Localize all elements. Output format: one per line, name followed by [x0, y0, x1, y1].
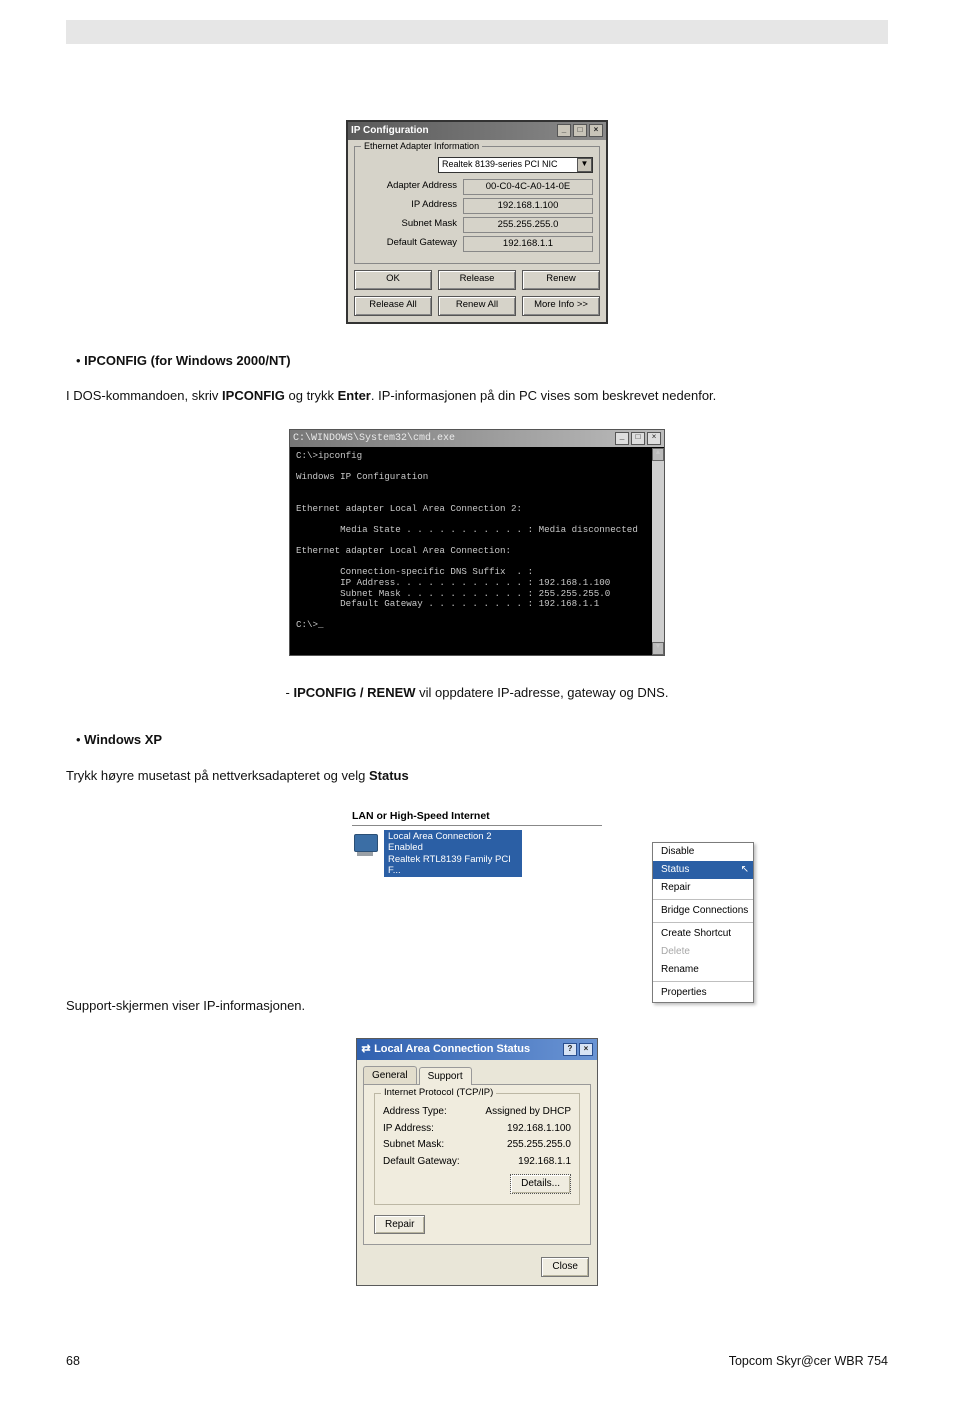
menu-status[interactable]: Status ↖	[653, 861, 753, 879]
menu-separator	[653, 899, 753, 900]
address-type-label: Address Type:	[383, 1105, 447, 1119]
menu-properties[interactable]: Properties	[653, 984, 753, 1002]
nic-value: Realtek 8139-series PCI NIC	[442, 158, 558, 170]
scroll-down-icon[interactable]: ▼	[652, 642, 664, 655]
ipconfig-heading: IPCONFIG (for Windows 2000/NT)	[84, 353, 290, 368]
subnet-mask-label: Subnet Mask	[361, 218, 463, 231]
cmd-output: C:\>ipconfig Windows IP Configuration Et…	[290, 447, 664, 655]
status-title-icon: ⇄	[361, 1042, 371, 1057]
help-icon[interactable]: ?	[563, 1043, 577, 1056]
xp-context-screenshot: LAN or High-Speed Internet Local Area Co…	[352, 809, 602, 969]
menu-separator	[653, 981, 753, 982]
support-tab-panel: Internet Protocol (TCP/IP) Address Type:…	[363, 1084, 591, 1245]
release-button[interactable]: Release	[438, 270, 516, 290]
gateway-value: 192.168.1.1	[518, 1155, 571, 1169]
subnet-value: 255.255.255.0	[507, 1138, 571, 1152]
address-type-value: Assigned by DHCP	[485, 1105, 571, 1119]
renew-button[interactable]: Renew	[522, 270, 600, 290]
ip-value: 192.168.1.100	[507, 1122, 571, 1136]
tcpip-group-legend: Internet Protocol (TCP/IP)	[381, 1087, 496, 1100]
adapter-address-label: Adapter Address	[361, 180, 463, 193]
menu-bridge[interactable]: Bridge Connections	[653, 902, 753, 920]
scrollbar[interactable]: ▲ ▼	[652, 448, 664, 655]
cmd-window: C:\WINDOWS\System32\cmd.exe _ □ × C:\>ip…	[289, 429, 665, 656]
status-window: ⇄ Local Area Connection Status ? × Gener…	[356, 1038, 598, 1286]
tab-general[interactable]: General	[363, 1066, 417, 1085]
adapter-address-value: 00-C0-4C-A0-14-0E	[463, 179, 593, 195]
winxp-heading-line: • Windows XP	[76, 731, 888, 749]
menu-delete: Delete	[653, 943, 753, 961]
ip-address-label: IP Address	[361, 199, 463, 212]
default-gateway-label: Default Gateway	[361, 237, 463, 250]
chevron-down-icon[interactable]: ▼	[577, 158, 592, 172]
close-icon[interactable]: ×	[589, 124, 603, 137]
network-adapter-icon	[352, 832, 380, 860]
ipconfig-title: IP Configuration	[351, 124, 429, 138]
ip-address-value: 192.168.1.100	[463, 198, 593, 214]
ipconfig-heading-line: • IPCONFIG (for Windows 2000/NT)	[76, 352, 888, 370]
winxp-heading: Windows XP	[84, 732, 162, 747]
minimize-icon[interactable]: _	[615, 432, 629, 445]
menu-disable[interactable]: Disable	[653, 843, 753, 861]
menu-separator	[653, 922, 753, 923]
close-icon[interactable]: ×	[579, 1043, 593, 1056]
subnet-mask-value: 255.255.255.0	[463, 217, 593, 233]
ipconfig-paragraph: I DOS-kommandoen, skriv IPCONFIG og tryk…	[66, 387, 888, 405]
page-number: 68	[66, 1354, 80, 1368]
details-button[interactable]: Details...	[510, 1174, 571, 1194]
group-legend: Ethernet Adapter Information	[361, 140, 482, 152]
renew-line: - IPCONFIG / RENEW vil oppdatere IP-adre…	[66, 684, 888, 702]
page-header-band	[66, 20, 888, 44]
maximize-icon[interactable]: □	[631, 432, 645, 445]
repair-button[interactable]: Repair	[374, 1215, 425, 1235]
minimize-icon[interactable]: _	[557, 124, 571, 137]
menu-rename[interactable]: Rename	[653, 961, 753, 979]
more-info-button[interactable]: More Info >>	[522, 296, 600, 316]
nic-dropdown[interactable]: Realtek 8139-series PCI NIC ▼	[438, 157, 593, 173]
tab-support[interactable]: Support	[419, 1067, 472, 1086]
subnet-label: Subnet Mask:	[383, 1138, 444, 1152]
renew-all-button[interactable]: Renew All	[438, 296, 516, 316]
gateway-label: Default Gateway:	[383, 1155, 460, 1169]
adapter-selection[interactable]: Local Area Connection 2 Enabled Realtek …	[384, 830, 522, 878]
ipconfig-window: IP Configuration _ □ × Ethernet Adapter …	[346, 120, 608, 324]
support-line: Support-skjermen viser IP-informasjonen.	[66, 997, 888, 1015]
release-all-button[interactable]: Release All	[354, 296, 432, 316]
context-menu: Disable Status ↖ Repair Bridge Connectio…	[652, 842, 754, 1003]
cmd-title: C:\WINDOWS\System32\cmd.exe	[293, 432, 455, 446]
menu-shortcut[interactable]: Create Shortcut	[653, 925, 753, 943]
status-title: Local Area Connection Status	[374, 1043, 530, 1055]
menu-repair[interactable]: Repair	[653, 879, 753, 897]
winxp-paragraph: Trykk høyre musetast på nettverksadapter…	[66, 767, 888, 785]
maximize-icon[interactable]: □	[573, 124, 587, 137]
footer-product: Topcom Skyr@cer WBR 754	[729, 1354, 888, 1368]
scroll-up-icon[interactable]: ▲	[652, 448, 664, 461]
close-icon[interactable]: ×	[647, 432, 661, 445]
cursor-icon: ↖	[741, 863, 749, 877]
close-button[interactable]: Close	[541, 1257, 589, 1277]
default-gateway-value: 192.168.1.1	[463, 236, 593, 252]
ethernet-adapter-group: Ethernet Adapter Information Realtek 813…	[354, 146, 600, 264]
ip-label: IP Address:	[383, 1122, 434, 1136]
ok-button[interactable]: OK	[354, 270, 432, 290]
xp-section-heading: LAN or High-Speed Internet	[352, 809, 602, 826]
